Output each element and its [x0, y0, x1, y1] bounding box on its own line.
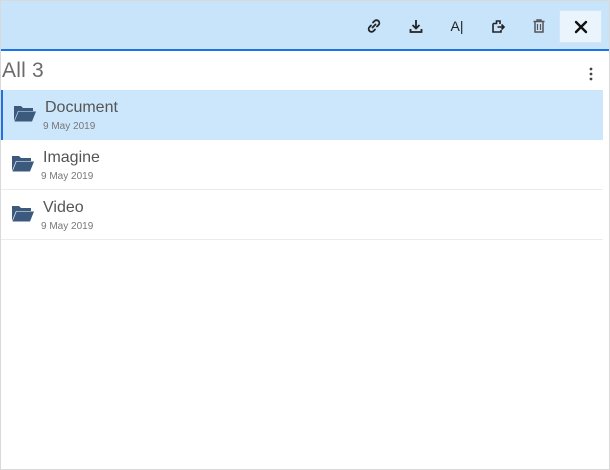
folder-icon [14, 106, 36, 122]
section-label: All [2, 59, 26, 82]
move-button[interactable] [483, 11, 513, 41]
rename-button[interactable]: A| [442, 11, 472, 41]
folder-list: Document 9 May 2019 Imagine 9 May 2019 V… [1, 90, 603, 240]
section-header: All 3 [1, 53, 609, 89]
item-name: Video [43, 199, 84, 216]
selection-toolbar: A| [1, 1, 609, 51]
close-icon [574, 20, 587, 33]
folder-icon [12, 206, 34, 222]
folder-icon [12, 156, 34, 172]
item-date: 9 May 2019 [41, 171, 94, 182]
item-date: 9 May 2019 [43, 121, 96, 132]
list-item[interactable]: Imagine 9 May 2019 [1, 140, 603, 190]
item-date: 9 May 2019 [41, 221, 94, 232]
list-item[interactable]: Document 9 May 2019 [1, 90, 603, 140]
item-name: Document [45, 99, 118, 116]
download-button[interactable] [401, 11, 431, 41]
delete-button[interactable] [524, 11, 554, 41]
download-icon [409, 20, 423, 33]
section-count: 3 [31, 59, 44, 82]
trash-icon [533, 19, 545, 33]
link-icon [367, 19, 381, 33]
rename-icon: A| [450, 18, 464, 34]
item-name: Imagine [43, 149, 100, 166]
list-item[interactable]: Video 9 May 2019 [1, 190, 603, 240]
more-options-button[interactable] [581, 63, 601, 85]
close-button[interactable] [559, 10, 602, 43]
copy-link-button[interactable] [359, 11, 389, 41]
file-manager-panel: A| All 3 Document 9 May 2019 Imagine 9 M… [0, 0, 610, 470]
more-vert-icon [589, 67, 593, 81]
move-icon [492, 20, 506, 33]
section-title: All 3 [2, 59, 44, 83]
